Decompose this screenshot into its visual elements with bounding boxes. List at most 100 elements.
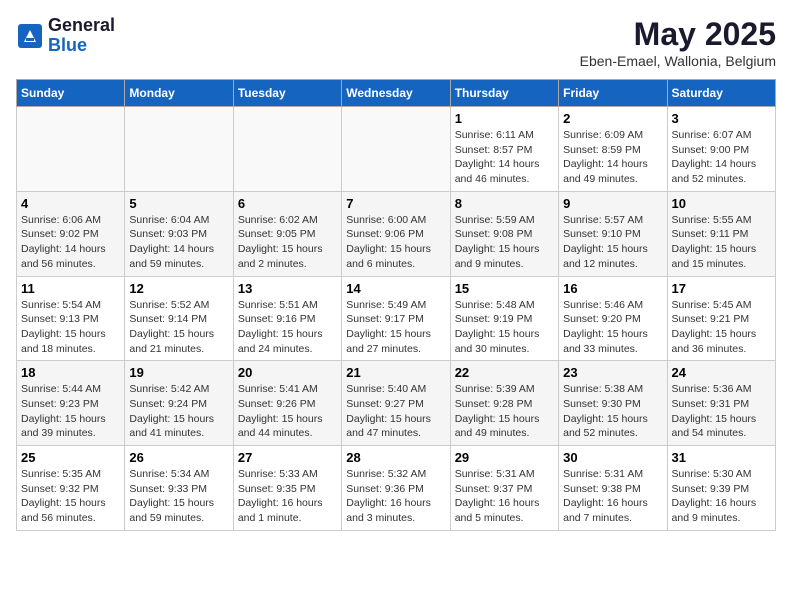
day-number: 19: [129, 365, 228, 380]
title-block: May 2025 Eben-Emael, Wallonia, Belgium: [580, 16, 776, 69]
calendar-cell: 28 Sunrise: 5:32 AM Sunset: 9:36 PM Dayli…: [342, 446, 450, 531]
day-number: 8: [455, 196, 554, 211]
calendar-cell: 25Sunrise: 5:35 AM Sunset: 9:32 PM Dayli…: [17, 446, 125, 531]
calendar-cell: 4 Sunrise: 6:06 AM Sunset: 9:02 PM Daylig…: [17, 191, 125, 276]
day-info: Sunrise: 5:57 AM Sunset: 9:10 PM Dayligh…: [563, 213, 662, 272]
day-info: Sunrise: 5:39 AM Sunset: 9:28 PM Dayligh…: [455, 382, 554, 441]
calendar-cell: 12 Sunrise: 5:52 AM Sunset: 9:14 PM Dayli…: [125, 276, 233, 361]
weekday-header: Friday: [559, 80, 667, 107]
weekday-header: Monday: [125, 80, 233, 107]
day-number: 25: [21, 450, 120, 465]
day-number: 30: [563, 450, 662, 465]
calendar-cell: 16 Sunrise: 5:46 AM Sunset: 9:20 PM Dayli…: [559, 276, 667, 361]
calendar-cell: 1Sunrise: 6:11 AM Sunset: 8:57 PM Daylig…: [450, 107, 558, 192]
day-info: Sunrise: 5:59 AM Sunset: 9:08 PM Dayligh…: [455, 213, 554, 272]
day-number: 12: [129, 281, 228, 296]
calendar-cell: 22 Sunrise: 5:39 AM Sunset: 9:28 PM Dayli…: [450, 361, 558, 446]
page-header: General Blue May 2025 Eben-Emael, Wallon…: [16, 16, 776, 69]
day-info: Sunrise: 5:44 AM Sunset: 9:23 PM Dayligh…: [21, 382, 120, 441]
day-info: Sunrise: 5:46 AM Sunset: 9:20 PM Dayligh…: [563, 298, 662, 357]
day-number: 16: [563, 281, 662, 296]
calendar-cell: 26Sunrise: 5:34 AM Sunset: 9:33 PM Dayli…: [125, 446, 233, 531]
calendar-week-row: 25Sunrise: 5:35 AM Sunset: 9:32 PM Dayli…: [17, 446, 776, 531]
calendar-cell: 3 Sunrise: 6:07 AM Sunset: 9:00 PM Daylig…: [667, 107, 775, 192]
day-info: Sunrise: 6:11 AM Sunset: 8:57 PM Dayligh…: [455, 128, 554, 187]
day-number: 2: [563, 111, 662, 126]
day-number: 15: [455, 281, 554, 296]
weekday-header: Tuesday: [233, 80, 341, 107]
weekday-header: Wednesday: [342, 80, 450, 107]
day-number: 10: [672, 196, 771, 211]
day-info: Sunrise: 6:04 AM Sunset: 9:03 PM Dayligh…: [129, 213, 228, 272]
calendar-cell: 7Sunrise: 6:00 AM Sunset: 9:06 PM Daylig…: [342, 191, 450, 276]
calendar-cell: 18 Sunrise: 5:44 AM Sunset: 9:23 PM Dayli…: [17, 361, 125, 446]
calendar-body: 1Sunrise: 6:11 AM Sunset: 8:57 PM Daylig…: [17, 107, 776, 531]
calendar-cell: 17 Sunrise: 5:45 AM Sunset: 9:21 PM Dayli…: [667, 276, 775, 361]
day-info: Sunrise: 6:02 AM Sunset: 9:05 PM Dayligh…: [238, 213, 337, 272]
day-info: Sunrise: 6:07 AM Sunset: 9:00 PM Dayligh…: [672, 128, 771, 187]
day-number: 4: [21, 196, 120, 211]
logo-icon: [16, 22, 44, 50]
day-info: Sunrise: 5:31 AM Sunset: 9:38 PM Dayligh…: [563, 467, 662, 526]
day-number: 21: [346, 365, 445, 380]
day-number: 17: [672, 281, 771, 296]
calendar-header: SundayMondayTuesdayWednesdayThursdayFrid…: [17, 80, 776, 107]
calendar-cell: 15Sunrise: 5:48 AM Sunset: 9:19 PM Dayli…: [450, 276, 558, 361]
day-number: 26: [129, 450, 228, 465]
day-info: Sunrise: 5:52 AM Sunset: 9:14 PM Dayligh…: [129, 298, 228, 357]
day-info: Sunrise: 5:42 AM Sunset: 9:24 PM Dayligh…: [129, 382, 228, 441]
weekday-header: Sunday: [17, 80, 125, 107]
day-info: Sunrise: 5:45 AM Sunset: 9:21 PM Dayligh…: [672, 298, 771, 357]
day-info: Sunrise: 5:40 AM Sunset: 9:27 PM Dayligh…: [346, 382, 445, 441]
calendar-cell: [17, 107, 125, 192]
calendar-cell: 2Sunrise: 6:09 AM Sunset: 8:59 PM Daylig…: [559, 107, 667, 192]
day-info: Sunrise: 5:55 AM Sunset: 9:11 PM Dayligh…: [672, 213, 771, 272]
calendar-cell: 10 Sunrise: 5:55 AM Sunset: 9:11 PM Dayli…: [667, 191, 775, 276]
day-number: 6: [238, 196, 337, 211]
weekday-header: Thursday: [450, 80, 558, 107]
day-number: 29: [455, 450, 554, 465]
day-number: 28: [346, 450, 445, 465]
calendar-week-row: 1Sunrise: 6:11 AM Sunset: 8:57 PM Daylig…: [17, 107, 776, 192]
day-number: 18: [21, 365, 120, 380]
day-number: 31: [672, 450, 771, 465]
calendar-cell: 6 Sunrise: 6:02 AM Sunset: 9:05 PM Daylig…: [233, 191, 341, 276]
calendar-cell: [233, 107, 341, 192]
day-number: 3: [672, 111, 771, 126]
calendar-week-row: 11 Sunrise: 5:54 AM Sunset: 9:13 PM Dayli…: [17, 276, 776, 361]
calendar-cell: [125, 107, 233, 192]
day-info: Sunrise: 5:54 AM Sunset: 9:13 PM Dayligh…: [21, 298, 120, 357]
day-info: Sunrise: 5:30 AM Sunset: 9:39 PM Dayligh…: [672, 467, 771, 526]
day-number: 24: [672, 365, 771, 380]
logo-general: General: [48, 16, 115, 36]
logo-text: General Blue: [48, 16, 115, 56]
day-number: 9: [563, 196, 662, 211]
day-number: 5: [129, 196, 228, 211]
day-number: 13: [238, 281, 337, 296]
calendar-cell: 5 Sunrise: 6:04 AM Sunset: 9:03 PM Daylig…: [125, 191, 233, 276]
day-info: Sunrise: 5:32 AM Sunset: 9:36 PM Dayligh…: [346, 467, 445, 526]
weekday-row: SundayMondayTuesdayWednesdayThursdayFrid…: [17, 80, 776, 107]
calendar-cell: 11 Sunrise: 5:54 AM Sunset: 9:13 PM Dayli…: [17, 276, 125, 361]
calendar-week-row: 18 Sunrise: 5:44 AM Sunset: 9:23 PM Dayli…: [17, 361, 776, 446]
day-number: 11: [21, 281, 120, 296]
calendar-cell: 23 Sunrise: 5:38 AM Sunset: 9:30 PM Dayli…: [559, 361, 667, 446]
day-number: 20: [238, 365, 337, 380]
calendar-cell: 19 Sunrise: 5:42 AM Sunset: 9:24 PM Dayli…: [125, 361, 233, 446]
weekday-header: Saturday: [667, 80, 775, 107]
month-title: May 2025: [580, 16, 776, 53]
day-info: Sunrise: 6:00 AM Sunset: 9:06 PM Dayligh…: [346, 213, 445, 272]
calendar-cell: 8 Sunrise: 5:59 AM Sunset: 9:08 PM Daylig…: [450, 191, 558, 276]
day-number: 22: [455, 365, 554, 380]
day-number: 27: [238, 450, 337, 465]
day-info: Sunrise: 5:33 AM Sunset: 9:35 PM Dayligh…: [238, 467, 337, 526]
day-number: 23: [563, 365, 662, 380]
day-info: Sunrise: 5:38 AM Sunset: 9:30 PM Dayligh…: [563, 382, 662, 441]
calendar-cell: 13 Sunrise: 5:51 AM Sunset: 9:16 PM Dayli…: [233, 276, 341, 361]
day-info: Sunrise: 5:51 AM Sunset: 9:16 PM Dayligh…: [238, 298, 337, 357]
day-info: Sunrise: 5:36 AM Sunset: 9:31 PM Dayligh…: [672, 382, 771, 441]
day-number: 14: [346, 281, 445, 296]
calendar-cell: 27 Sunrise: 5:33 AM Sunset: 9:35 PM Dayli…: [233, 446, 341, 531]
calendar-cell: 21 Sunrise: 5:40 AM Sunset: 9:27 PM Dayli…: [342, 361, 450, 446]
day-info: Sunrise: 6:06 AM Sunset: 9:02 PM Dayligh…: [21, 213, 120, 272]
